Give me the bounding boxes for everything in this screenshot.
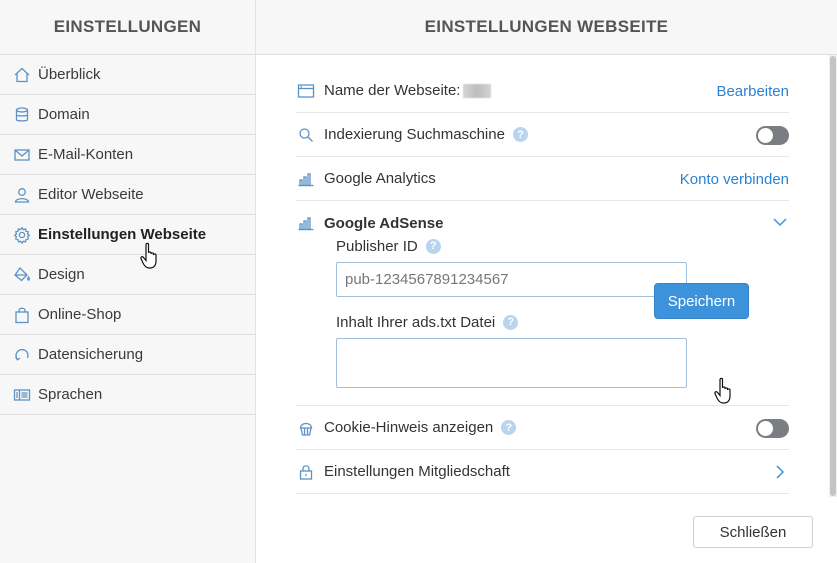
user-icon <box>12 185 32 205</box>
sidebar-item-label: E-Mail-Konten <box>38 146 134 163</box>
settings-list: Name der Webseite: Bearbeiten Indexierun… <box>296 69 789 494</box>
help-icon[interactable]: ? <box>512 127 528 142</box>
cookie-label: Cookie-Hinweis anzeigen <box>324 419 494 436</box>
sidebar: EINSTELLUNGEN Überblick Domain E-Mail-Ko… <box>0 0 256 563</box>
sidebar-item-label: Einstellungen Webseite <box>38 226 207 243</box>
indexing-label: Indexierung Suchmaschine <box>324 126 505 143</box>
toggle-knob <box>758 127 773 143</box>
save-button[interactable]: Speichern <box>654 283 749 319</box>
bar-chart-icon <box>296 213 316 233</box>
scrollbar-thumb[interactable] <box>830 56 836 496</box>
publisher-id-input[interactable] <box>336 262 687 297</box>
shopping-bag-icon <box>12 305 32 325</box>
lock-icon <box>296 462 316 482</box>
adstxt-label: Inhalt Ihrer ads.txt Datei <box>336 313 496 331</box>
sidebar-item-label: Sprachen <box>38 386 103 403</box>
language-icon <box>12 385 32 405</box>
sidebar-item-label: Überblick <box>38 66 101 83</box>
sidebar-item-datensicherung[interactable]: Datensicherung <box>0 335 255 375</box>
adsense-label: Google AdSense <box>324 214 444 232</box>
sidebar-item-email[interactable]: E-Mail-Konten <box>0 135 255 175</box>
sidebar-item-sprachen[interactable]: Sprachen <box>0 375 255 415</box>
sidebar-item-editor[interactable]: Editor Webseite <box>0 175 255 215</box>
sidebar-item-einstellungen-webseite[interactable]: Einstellungen Webseite <box>0 215 255 255</box>
search-icon <box>296 125 316 145</box>
publisher-id-label: Publisher ID <box>336 237 418 255</box>
analytics-label: Google Analytics <box>324 170 436 187</box>
connect-account-link[interactable]: Konto verbinden <box>680 171 789 188</box>
cupcake-icon <box>296 418 316 438</box>
chevron-right-icon[interactable] <box>771 463 789 481</box>
mail-icon <box>12 145 32 165</box>
indexing-row: Indexierung Suchmaschine ? <box>296 113 789 157</box>
database-icon <box>12 105 32 125</box>
site-name-label: Name der Webseite: <box>324 82 461 99</box>
site-name-redacted <box>463 83 492 98</box>
sidebar-item-design[interactable]: Design <box>0 255 255 295</box>
help-icon[interactable]: ? <box>425 238 441 254</box>
main-panel: EINSTELLUNGEN WEBSEITE Name der Webseite… <box>256 0 837 563</box>
sidebar-title: EINSTELLUNGEN <box>0 0 255 55</box>
site-name-row: Name der Webseite: Bearbeiten <box>296 69 789 113</box>
cookie-row: Cookie-Hinweis anzeigen ? <box>296 406 789 450</box>
sidebar-item-label: Online-Shop <box>38 306 122 323</box>
sidebar-item-domain[interactable]: Domain <box>0 95 255 135</box>
close-button[interactable]: Schließen <box>693 516 813 548</box>
sidebar-item-label: Editor Webseite <box>38 186 144 203</box>
help-icon[interactable]: ? <box>503 314 519 330</box>
analytics-row: Google Analytics Konto verbinden <box>296 157 789 201</box>
cookie-toggle[interactable] <box>756 418 789 438</box>
paint-bucket-icon <box>12 265 32 285</box>
page-title: EINSTELLUNGEN WEBSEITE <box>256 0 837 55</box>
edit-site-name-link[interactable]: Bearbeiten <box>716 83 789 100</box>
sidebar-item-ueberblick[interactable]: Überblick <box>0 55 255 95</box>
indexing-toggle[interactable] <box>756 125 789 145</box>
sidebar-item-label: Datensicherung <box>38 346 144 363</box>
backup-icon <box>12 345 32 365</box>
toggle-knob <box>758 420 773 436</box>
gear-icon <box>12 225 32 245</box>
sidebar-item-label: Design <box>38 266 85 283</box>
help-icon[interactable]: ? <box>501 420 517 435</box>
browser-window-icon <box>296 81 316 101</box>
membership-row[interactable]: Einstellungen Mitgliedschaft <box>296 450 789 494</box>
sidebar-item-label: Domain <box>38 106 90 123</box>
bar-chart-icon <box>296 169 316 189</box>
adstxt-textarea[interactable] <box>336 338 687 388</box>
membership-label: Einstellungen Mitgliedschaft <box>324 463 510 480</box>
home-icon <box>12 65 32 85</box>
chevron-down-icon[interactable] <box>771 213 789 231</box>
sidebar-item-online-shop[interactable]: Online-Shop <box>0 295 255 335</box>
